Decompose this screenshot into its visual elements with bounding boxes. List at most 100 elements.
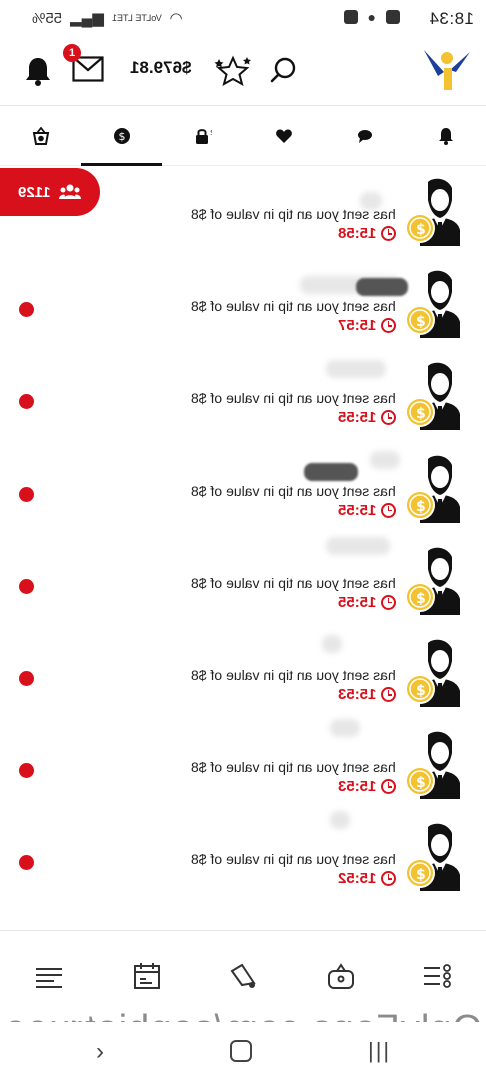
- tab-messages[interactable]: [324, 106, 405, 166]
- nav-promotions[interactable]: [228, 961, 258, 991]
- calendar-icon: [134, 963, 160, 989]
- clock-icon: [381, 502, 396, 518]
- notification-message: has sent you an tip in value of $8: [191, 390, 396, 407]
- unread-dot: [19, 486, 34, 502]
- time-text: 15:57: [337, 317, 376, 335]
- list-item[interactable]: has sent you an tip in value of $8 15:55 $: [0, 535, 486, 627]
- svg-text:$: $: [416, 222, 426, 238]
- avatar[interactable]: $: [406, 453, 466, 523]
- nav-shop[interactable]: [326, 961, 356, 991]
- notification-message: has sent you an tip in value of $8: [191, 851, 396, 868]
- bell-icon[interactable]: [24, 56, 52, 86]
- clock-icon: [381, 410, 396, 426]
- time-text: 15:52: [337, 870, 376, 888]
- nav-more[interactable]: [422, 961, 452, 991]
- tab-tips[interactable]: $: [81, 106, 162, 166]
- unread-dot: [19, 394, 34, 410]
- list-item[interactable]: has sent you an tip in value of $8 15:53 $: [0, 627, 486, 719]
- unread-dot: [19, 578, 34, 594]
- clock-icon: [381, 594, 396, 610]
- list-item[interactable]: has sent you an tip in value of $8 15:57 $: [0, 258, 486, 350]
- avatar[interactable]: $: [406, 729, 466, 800]
- signal-icon: ▂▄▆: [70, 10, 104, 27]
- svg-text:$: $: [416, 591, 426, 607]
- basket-dollar-icon: [32, 127, 49, 145]
- network-label: VoLTE LTE1: [111, 13, 162, 23]
- online-count: 1129: [18, 183, 51, 201]
- dollar-circle-icon: $: [113, 128, 130, 144]
- notification-list: has sent you an tip in value of $8 15:58 $…: [0, 166, 486, 930]
- logo-icon[interactable]: [422, 44, 472, 94]
- heart-icon: [275, 129, 292, 143]
- redacted-username: [326, 536, 390, 555]
- stars-icon[interactable]: [214, 54, 252, 86]
- chat-icon: [357, 130, 372, 143]
- status-notification-icons: ●: [343, 9, 400, 25]
- status-bar: 55% ▂▄▆ VoLTE LTE1 ◠ ● 18:34: [0, 0, 486, 36]
- nav-menu[interactable]: [34, 961, 64, 991]
- notification-message: has sent you an tip in value of $8: [191, 759, 396, 776]
- wifi-icon: ◠: [169, 10, 183, 27]
- megaphone-icon: [230, 963, 256, 988]
- avatar[interactable]: $: [406, 821, 466, 892]
- svg-text:$: $: [416, 867, 426, 883]
- list-item[interactable]: has sent you an tip in value of $8 15:53 $: [0, 719, 486, 811]
- time-text: 15:55: [337, 501, 376, 519]
- app-icon: [343, 10, 358, 24]
- redacted-username: [356, 278, 408, 297]
- bag-icon: [328, 963, 354, 989]
- battery-percent: 55%: [32, 9, 63, 27]
- redacted-username: [370, 450, 400, 469]
- bell-icon: [438, 128, 453, 145]
- search-icon[interactable]: [270, 56, 298, 84]
- avatar[interactable]: $: [406, 360, 466, 431]
- notification-message: has sent you an tip in value of $8: [191, 206, 396, 222]
- time-text: 15:53: [337, 778, 376, 796]
- tab-notifications-bell[interactable]: [405, 106, 486, 166]
- online-users-pill[interactable]: 1129: [0, 168, 100, 216]
- users-icon: [58, 184, 81, 199]
- svg-text:$: $: [416, 314, 426, 330]
- svg-text:$: $: [416, 775, 426, 791]
- time-text: 15:53: [337, 686, 376, 703]
- svg-text:$: $: [416, 499, 426, 515]
- list-item[interactable]: has sent you an tip in value of $8 15:55 $: [0, 350, 486, 442]
- home-icon[interactable]: [230, 1040, 252, 1062]
- redacted-username: [326, 360, 386, 379]
- tab-likes[interactable]: [243, 106, 324, 166]
- nav-calendar[interactable]: [132, 961, 162, 991]
- notification-time: 15:57: [338, 317, 396, 334]
- redacted-username: [330, 811, 350, 830]
- avatar[interactable]: $: [406, 545, 466, 615]
- back-icon[interactable]: ›: [96, 1038, 104, 1066]
- svg-text:$: $: [118, 130, 125, 143]
- list-dots-icon: [424, 964, 451, 988]
- notification-time: 15:55: [338, 409, 396, 426]
- notification-time: 15:55: [338, 502, 396, 519]
- menu-lines-icon: [36, 968, 62, 988]
- unread-dot: [19, 763, 34, 779]
- avatar[interactable]: $: [406, 176, 466, 246]
- balance-amount[interactable]: $679.81: [130, 58, 191, 78]
- list-item[interactable]: has sent you an tip in value of $8 15:52 $: [0, 811, 486, 903]
- recents-icon[interactable]: |||: [368, 1038, 391, 1064]
- clock-icon: [381, 687, 396, 702]
- notification-message: has sent you an tip in value of $8: [191, 298, 396, 315]
- time-text: 15:55: [337, 409, 376, 427]
- svg-text:$: $: [416, 683, 426, 699]
- list-item[interactable]: has sent you an tip in value of $8 15:55 $: [0, 443, 486, 535]
- redacted-username: [322, 635, 342, 653]
- avatar[interactable]: $: [406, 268, 466, 339]
- drop-icon: ●: [367, 9, 376, 25]
- system-nav-bar: › |||: [0, 1022, 486, 1080]
- tab-purchases[interactable]: [0, 106, 81, 166]
- tab-locked[interactable]: $: [162, 106, 243, 166]
- image-icon: [386, 10, 400, 24]
- app-header: 1 $679.81: [0, 36, 486, 106]
- avatar[interactable]: $: [406, 637, 466, 707]
- notification-time: 15:52: [338, 870, 396, 887]
- clock-icon: [381, 226, 396, 241]
- notification-message: has sent you an tip in value of $8: [191, 574, 396, 591]
- category-tabs: $ $: [0, 106, 486, 166]
- time-text: 15:58: [337, 225, 376, 242]
